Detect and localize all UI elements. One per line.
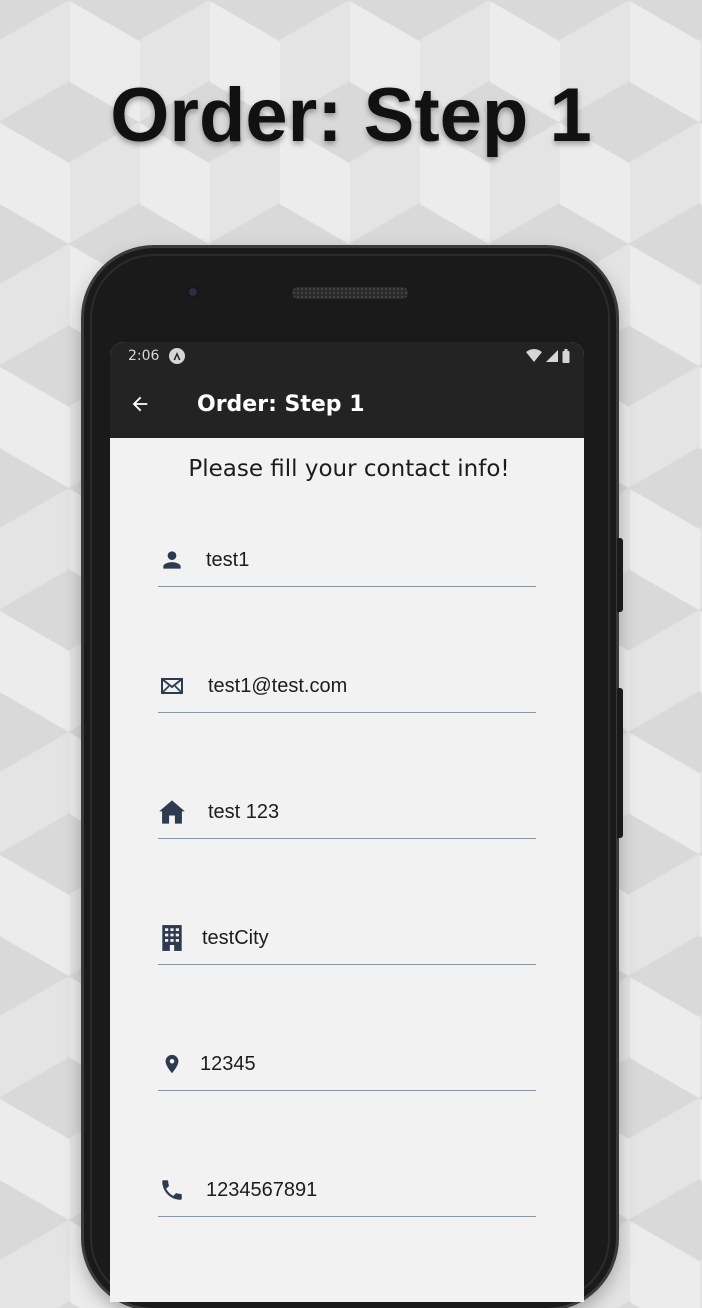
phone-frame: 2:06 Order: Step 1 Please fill your cont… bbox=[84, 248, 623, 1308]
email-icon bbox=[158, 672, 186, 700]
email-field[interactable] bbox=[158, 660, 536, 713]
building-icon bbox=[158, 924, 186, 952]
wifi-icon bbox=[526, 349, 542, 362]
volume-button bbox=[617, 688, 623, 838]
earpiece-speaker bbox=[292, 287, 408, 299]
signal-icon bbox=[546, 350, 558, 362]
form-content: Please fill your contact info! bbox=[110, 438, 584, 482]
phone-field[interactable] bbox=[158, 1164, 536, 1217]
status-icons bbox=[526, 349, 570, 363]
status-bar: 2:06 bbox=[110, 342, 584, 370]
phone-input[interactable] bbox=[206, 1178, 506, 1202]
status-time: 2:06 bbox=[128, 348, 160, 364]
location-pin-icon bbox=[158, 1050, 186, 1078]
front-camera bbox=[186, 285, 200, 299]
name-field[interactable] bbox=[158, 534, 536, 587]
email-input[interactable] bbox=[208, 674, 508, 698]
phone-icon bbox=[158, 1176, 186, 1204]
zip-field[interactable] bbox=[158, 1038, 536, 1091]
name-input[interactable] bbox=[206, 548, 506, 572]
city-input[interactable] bbox=[202, 926, 502, 950]
app-notification-icon bbox=[169, 348, 186, 364]
address-field[interactable] bbox=[158, 786, 536, 839]
city-field[interactable] bbox=[158, 912, 536, 965]
battery-icon bbox=[562, 349, 570, 363]
power-button bbox=[617, 538, 623, 612]
home-icon bbox=[158, 798, 186, 826]
back-button[interactable] bbox=[116, 380, 164, 428]
arrow-left-icon bbox=[132, 396, 148, 412]
phone-screen: 2:06 Order: Step 1 Please fill your cont… bbox=[110, 342, 584, 1302]
app-bar-title: Order: Step 1 bbox=[197, 391, 365, 417]
zip-input[interactable] bbox=[200, 1052, 500, 1076]
person-icon bbox=[158, 546, 186, 574]
address-input[interactable] bbox=[208, 800, 508, 824]
promo-title: Order: Step 1 bbox=[110, 73, 592, 158]
app-bar: Order: Step 1 bbox=[110, 370, 584, 438]
form-prompt: Please fill your contact info! bbox=[188, 456, 510, 482]
